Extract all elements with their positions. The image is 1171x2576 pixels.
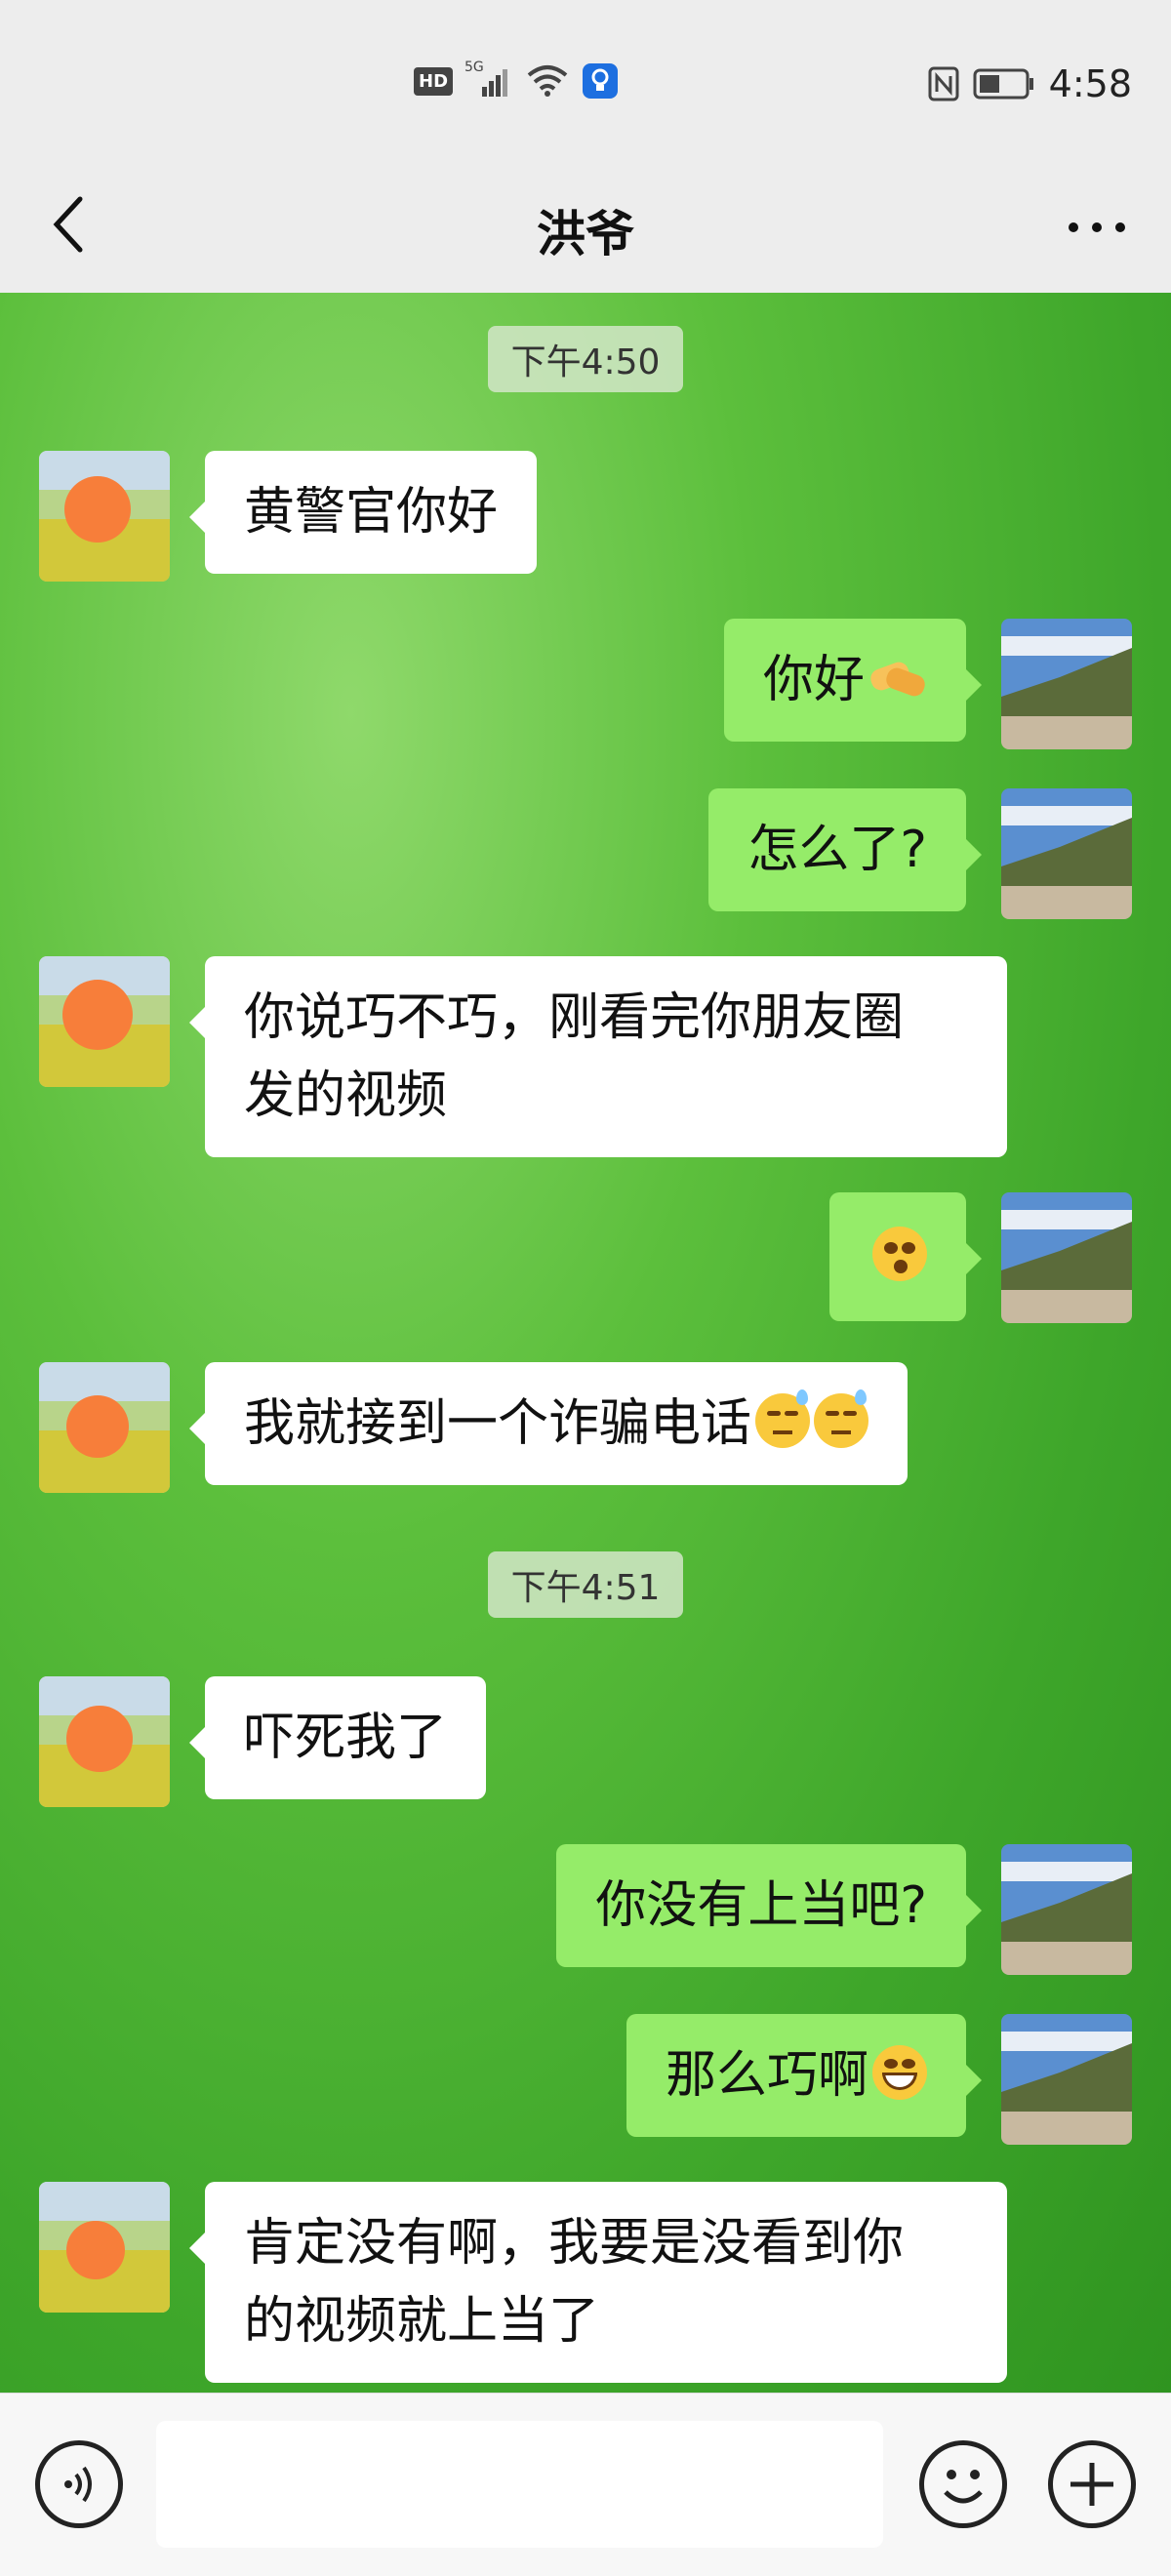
more-button[interactable]	[1058, 193, 1136, 262]
avatar-image	[1001, 1192, 1132, 1323]
sweat-emoji-icon	[814, 1389, 869, 1448]
time-divider: 下午4:50	[488, 326, 683, 392]
emoji-icon	[944, 2470, 983, 2504]
contact-avatar[interactable]	[39, 1676, 170, 1807]
contact-avatar[interactable]	[39, 1362, 170, 1493]
message-text: 黄警官你好	[244, 483, 499, 542]
my-avatar[interactable]	[1001, 2014, 1132, 2145]
message-text-line-2: 发的视频	[244, 1067, 448, 1125]
contact-avatar[interactable]	[39, 956, 170, 1087]
handshake-emoji-icon	[868, 654, 928, 703]
message-text: 你没有上当吧?	[595, 1876, 927, 1935]
message-bubble-incoming[interactable]: 我就接到一个诈骗电话	[188, 1362, 909, 1485]
message-bubble-incoming[interactable]: 黄警官你好	[188, 451, 538, 574]
message-text: 怎么了?	[747, 821, 927, 879]
message-bubble-outgoing[interactable]: 那么巧啊	[626, 2014, 983, 2137]
message-text: 那么巧啊	[665, 2046, 868, 2105]
message-bubble-incoming[interactable]: 肯定没有啊，我要是没看到你 的视频就上当了	[189, 2182, 1007, 2383]
input-bar	[0, 2393, 1171, 2576]
hd-badge: HD	[414, 66, 454, 96]
contact-avatar[interactable]	[39, 451, 170, 582]
message-bubble-incoming[interactable]: 吓死我了	[188, 1676, 487, 1799]
grin-emoji-icon	[872, 2045, 927, 2100]
confused-emoji-icon	[872, 1227, 927, 1281]
clock: 4:58	[1048, 62, 1132, 105]
voice-icon	[64, 2466, 92, 2503]
nfc-icon	[928, 66, 959, 101]
avatar-image	[39, 1362, 170, 1493]
message-text-line-2: 的视频就上当了	[244, 2292, 600, 2351]
status-right: 4:58	[928, 62, 1132, 105]
message-bubble-outgoing[interactable]	[829, 1192, 982, 1321]
chat-message-list[interactable]: 下午4:50 黄警官你好 你好 怎么了? 你说巧不巧，刚看完你朋友圈 发的视频 …	[0, 293, 1171, 2393]
message-bubble-outgoing[interactable]: 你没有上当吧?	[556, 1844, 982, 1967]
signal-icon: 5G	[464, 60, 513, 99]
plus-button[interactable]	[1048, 2440, 1136, 2528]
avatar-image	[1001, 788, 1132, 919]
bulb-notification-icon	[583, 63, 619, 99]
plus-icon	[1070, 2463, 1113, 2506]
my-avatar[interactable]	[1001, 1192, 1132, 1323]
message-bubble-incoming[interactable]: 你说巧不巧，刚看完你朋友圈 发的视频	[189, 956, 1007, 1157]
avatar-image	[39, 451, 170, 582]
avatar-image	[1001, 1844, 1132, 1975]
avatar-image	[1001, 2014, 1132, 2145]
message-bubble-outgoing[interactable]: 怎么了?	[708, 788, 982, 911]
message-text: 吓死我了	[244, 1709, 448, 1767]
chat-title: 洪爷	[537, 206, 634, 262]
status-bar: HD 5G 4:58	[0, 0, 1171, 166]
message-bubble-outgoing[interactable]: 你好	[723, 619, 983, 742]
my-avatar[interactable]	[1001, 788, 1132, 919]
avatar-image	[39, 2182, 170, 2313]
avatar-image	[39, 1676, 170, 1807]
network-label: 5G	[464, 60, 484, 75]
my-avatar[interactable]	[1001, 1844, 1132, 1975]
wifi-icon	[527, 65, 568, 97]
message-text: 肯定没有啊，我要是没看到你	[244, 2214, 905, 2273]
message-text: 你说巧不巧，刚看完你朋友圈	[244, 988, 905, 1047]
contact-avatar[interactable]	[39, 2182, 170, 2313]
more-dots-icon	[1069, 222, 1125, 232]
emoji-button[interactable]	[919, 2440, 1007, 2528]
message-input[interactable]	[156, 2421, 883, 2548]
avatar-image	[1001, 619, 1132, 749]
time-divider: 下午4:51	[488, 1551, 683, 1618]
message-text: 我就接到一个诈骗电话	[244, 1394, 752, 1453]
my-avatar[interactable]	[1001, 619, 1132, 749]
chat-header: 洪爷	[0, 166, 1171, 293]
status-indicators: HD 5G	[414, 60, 619, 100]
sweat-emoji-icon	[755, 1389, 811, 1448]
voice-button[interactable]	[35, 2440, 123, 2528]
message-text: 你好	[762, 651, 865, 709]
avatar-image	[39, 956, 170, 1087]
battery-icon	[973, 68, 1033, 100]
